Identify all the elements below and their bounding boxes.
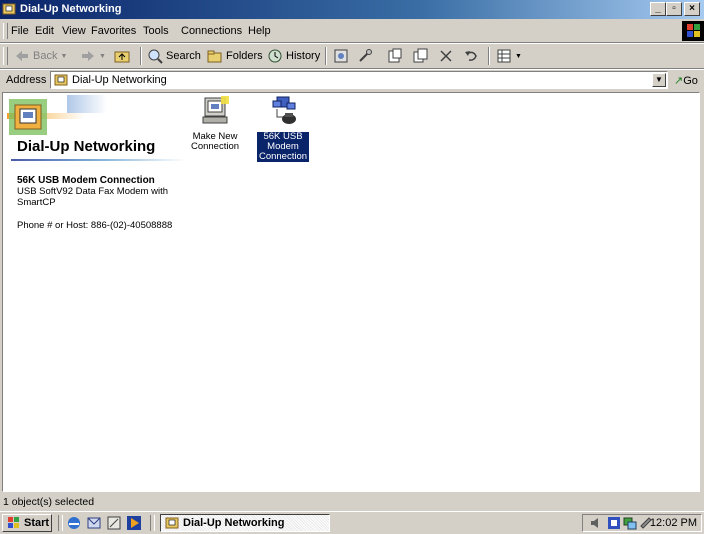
close-button[interactable]: × xyxy=(684,2,700,16)
selected-connection-name: 56K USB Modem Connection xyxy=(17,175,155,186)
dialup-folder-icon xyxy=(54,74,68,86)
title-bar: Dial-Up Networking _ ▫ × xyxy=(0,0,704,19)
address-input[interactable]: Dial-Up Networking ▼ xyxy=(50,71,668,89)
go-arrow-icon: ↗ xyxy=(674,75,684,87)
task-separator xyxy=(150,515,155,531)
status-bar: 1 object(s) selected xyxy=(0,494,704,510)
toolbar-separator xyxy=(488,47,490,65)
menu-edit[interactable]: Edit xyxy=(35,25,54,37)
quicklaunch-separator xyxy=(58,515,63,531)
minimize-button[interactable]: _ xyxy=(650,2,666,16)
back-label: Back xyxy=(33,50,58,62)
network-tray-icon[interactable] xyxy=(607,516,621,530)
task-dialup-networking[interactable]: Dial-Up Networking xyxy=(160,514,330,532)
forward-dropdown-icon[interactable]: ▼ xyxy=(99,53,106,60)
back-arrow-icon xyxy=(16,51,28,61)
copy-to-button[interactable] xyxy=(357,48,373,64)
selected-phone: Phone # or Host: 886-(02)-40508888 xyxy=(17,220,173,231)
menu-grip[interactable] xyxy=(3,23,8,39)
toolbar-separator xyxy=(325,47,327,65)
system-tray: 12:02 PM xyxy=(582,514,702,532)
internet-explorer-icon[interactable] xyxy=(66,515,82,531)
outlook-express-icon[interactable] xyxy=(86,515,102,531)
modem-connection-label: 56K USB Modem Connection xyxy=(257,131,309,162)
views-icon xyxy=(497,49,511,63)
forward-button[interactable]: ▼ xyxy=(80,48,106,64)
windows-start-icon xyxy=(8,517,19,528)
history-button[interactable]: History xyxy=(267,48,320,64)
toolbar: Back ▼ ▼ Search Folders History ▼ xyxy=(0,44,704,68)
delete-icon xyxy=(440,50,452,62)
volume-icon[interactable] xyxy=(589,516,603,530)
address-bar: Address Dial-Up Networking ▼ ↗Go xyxy=(0,70,704,90)
address-dropdown-icon[interactable]: ▼ xyxy=(652,73,666,87)
up-folder-button[interactable] xyxy=(114,48,130,64)
content-pane: Dial-Up Networking 56K USB Modem Connect… xyxy=(2,92,700,492)
menu-tools[interactable]: Tools xyxy=(143,25,169,37)
views-button[interactable]: ▼ xyxy=(496,48,522,64)
modem-tray-icon[interactable] xyxy=(623,516,637,530)
undo-icon xyxy=(465,51,477,61)
folders-button[interactable]: Folders xyxy=(207,48,263,64)
start-label: Start xyxy=(24,517,50,529)
dialup-task-icon xyxy=(165,517,179,529)
dialup-window-icon xyxy=(2,3,16,15)
menu-connections[interactable]: Connections xyxy=(181,25,242,37)
folders-label: Folders xyxy=(226,50,263,62)
folders-icon xyxy=(207,50,222,63)
menu-view[interactable]: View xyxy=(62,25,86,37)
history-label: History xyxy=(286,50,321,62)
make-new-connection-label: Make New Connection xyxy=(190,131,240,152)
start-button[interactable]: Start xyxy=(2,514,52,532)
menu-file[interactable]: File xyxy=(11,25,29,37)
search-icon xyxy=(148,49,163,64)
selected-device-name: USB SoftV92 Data Fax Modem with SmartCP xyxy=(17,186,169,208)
copy-folder-icon xyxy=(413,48,428,63)
taskbar: Start Dial-Up Networking 12:02 PM xyxy=(0,511,704,534)
task-label: Dial-Up Networking xyxy=(183,517,285,529)
move-to-icon xyxy=(334,49,348,63)
back-button[interactable]: Back ▼ xyxy=(14,48,67,64)
clock[interactable]: 12:02 PM xyxy=(650,517,697,529)
modem-connection-icon xyxy=(272,96,296,124)
status-text: 1 object(s) selected xyxy=(3,496,95,508)
selection-info: 56K USB Modem Connection USB SoftV92 Dat… xyxy=(17,175,182,231)
make-new-connection-item[interactable]: Make New Connection xyxy=(189,95,241,152)
show-desktop-icon[interactable] xyxy=(106,515,122,531)
menu-help[interactable]: Help xyxy=(248,25,271,37)
move-folder-icon xyxy=(388,48,402,63)
forward-arrow-icon xyxy=(82,51,94,61)
modem-connection-item[interactable]: 56K USB Modem Connection xyxy=(257,95,309,162)
menu-bar: File Edit View Favorites Tools Connectio… xyxy=(0,21,704,41)
go-button[interactable]: ↗Go xyxy=(674,74,698,87)
pane-title: Dial-Up Networking xyxy=(17,138,156,155)
move-folder-button[interactable] xyxy=(387,48,403,64)
windows-logo-icon xyxy=(682,21,704,41)
address-label: Address xyxy=(6,74,47,86)
restore-button[interactable]: ▫ xyxy=(666,2,682,16)
make-new-connection-icon xyxy=(202,96,229,124)
copy-folder-button[interactable] xyxy=(412,48,428,64)
menu-favorites[interactable]: Favorites xyxy=(91,25,136,37)
copy-to-icon xyxy=(359,49,372,62)
views-dropdown-icon[interactable]: ▼ xyxy=(515,53,522,60)
search-button[interactable]: Search xyxy=(147,48,201,64)
move-to-button[interactable] xyxy=(333,48,349,64)
toolbar-separator xyxy=(140,47,142,65)
up-folder-icon xyxy=(114,51,130,63)
go-label: Go xyxy=(683,75,698,87)
back-dropdown-icon[interactable]: ▼ xyxy=(60,53,67,60)
search-label: Search xyxy=(166,50,201,62)
history-icon xyxy=(268,49,282,63)
media-player-icon[interactable] xyxy=(126,515,142,531)
undo-button[interactable] xyxy=(463,48,479,64)
delete-button[interactable] xyxy=(438,48,454,64)
pane-title-rule xyxy=(11,159,185,161)
dialup-banner-graphic xyxy=(7,95,137,135)
window-title: Dial-Up Networking xyxy=(20,3,122,15)
address-value: Dial-Up Networking xyxy=(72,74,167,86)
toolbar-grip[interactable] xyxy=(3,47,8,65)
